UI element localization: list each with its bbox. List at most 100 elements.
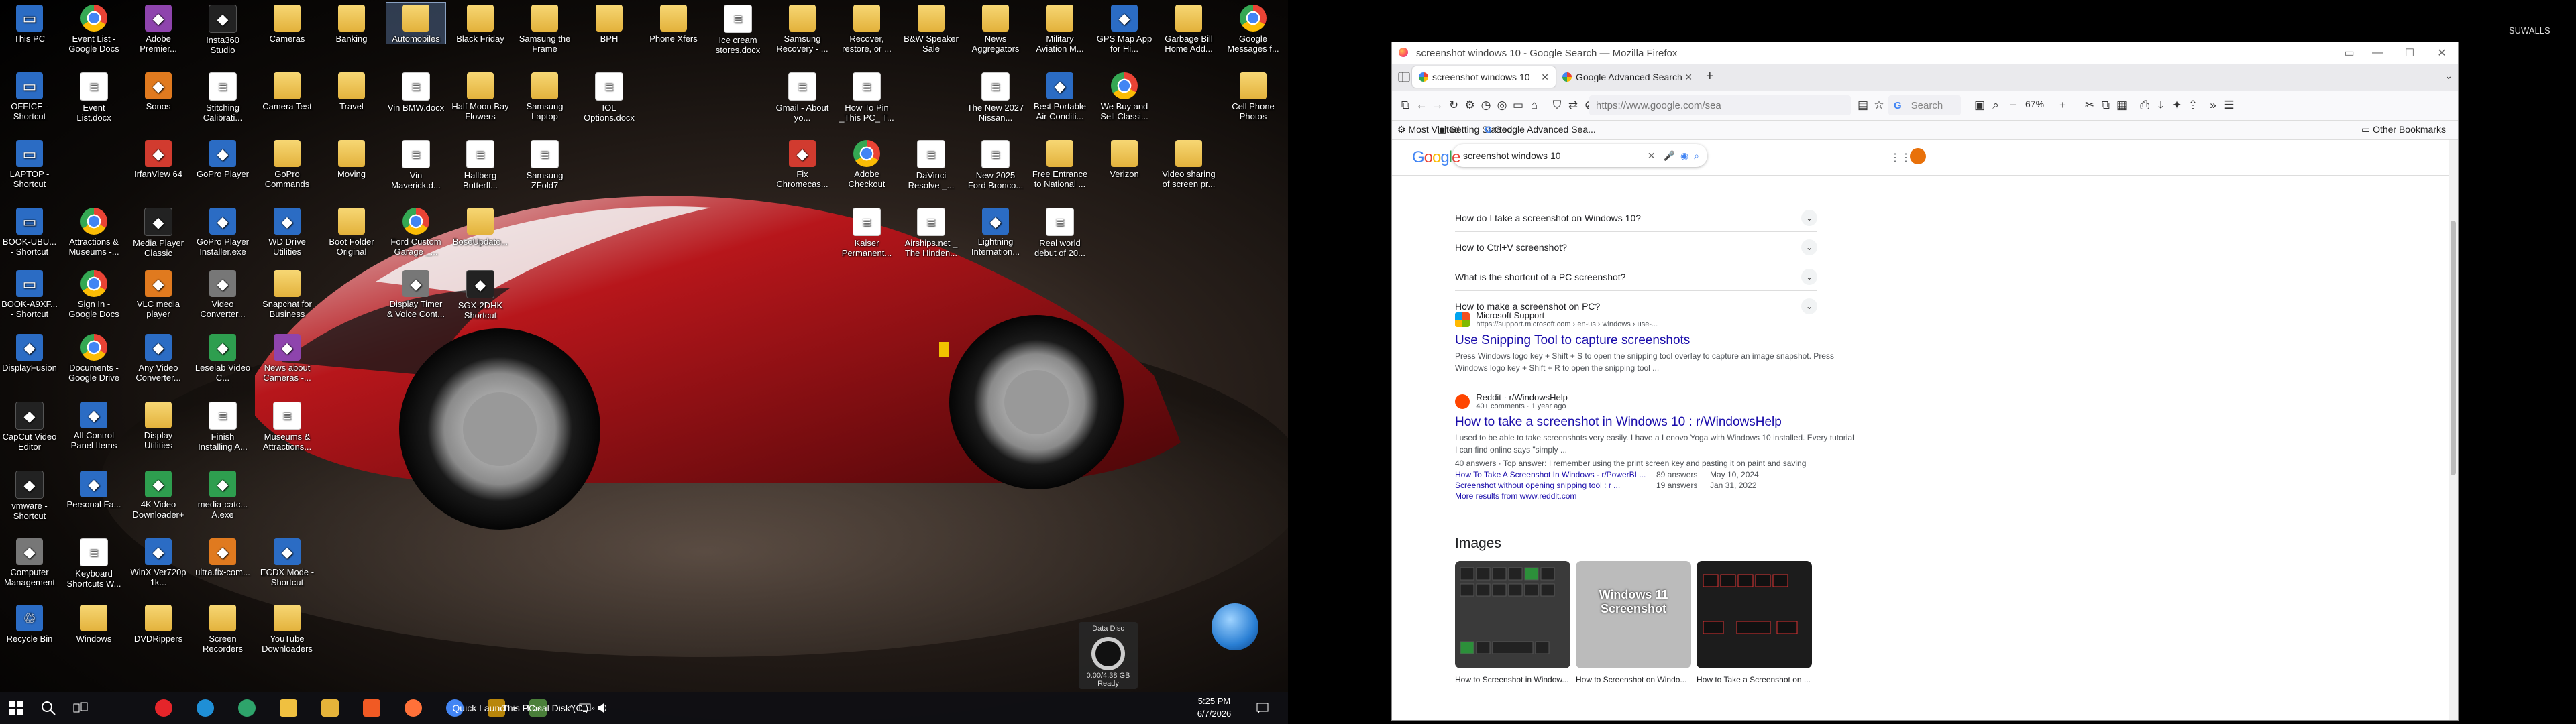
desktop-icon[interactable]: ◆ WinX Ver720p 1k... (129, 536, 188, 587)
result-title-link[interactable]: Use Snipping Tool to capture screenshots (1455, 333, 1858, 349)
desktop-icon[interactable]: ◆ GPS Map App for Hi... (1095, 3, 1154, 54)
image-thumbnail-keyboard[interactable] (1455, 561, 1570, 668)
desktop-icon[interactable]: ◆ ultra.fix-com... (193, 536, 252, 577)
desktop-icon[interactable]: Video sharing of screen pr... (1159, 138, 1218, 189)
sublink-text[interactable]: Screenshot without opening snipping tool… (1455, 480, 1656, 491)
desktop-icon[interactable]: ◆ GoPro Player Installer.exe (193, 206, 252, 257)
share-icon[interactable]: ⇪ (2184, 96, 2202, 115)
taskbar-app[interactable] (231, 692, 263, 724)
page-scrollbar[interactable] (2449, 140, 2458, 720)
desktop-icon[interactable]: Google Messages f... (1224, 3, 1283, 54)
desktop-icon[interactable]: ◆ Personal Fa... (64, 469, 123, 509)
image-caption[interactable]: How to Take a Screenshot on ... (1697, 675, 1812, 684)
taskbar-clock[interactable]: 5:25 PM 6/7/2026 (1183, 695, 1245, 720)
desktop-icon[interactable]: ≡ Kaiser Permanent... (837, 206, 896, 258)
url-bar[interactable]: https://www.google.com/sea (1589, 95, 1851, 115)
desktop-icon[interactable]: ◆ WD Drive Utilities (258, 206, 317, 257)
desktop-icon[interactable]: Sign In - Google Docs (64, 268, 123, 319)
desktop-icon[interactable]: Cell Phone Photos (1224, 70, 1283, 121)
notification-center-button[interactable] (1249, 692, 1276, 724)
desktop-icon[interactable]: ≡ Museums & Attractions... (258, 400, 317, 452)
other-bookmarks[interactable]: ▭ Other Bookmarks (2361, 124, 2446, 135)
bookmark-star-icon[interactable]: ☆ (1870, 96, 1888, 115)
desktop-icon[interactable]: ◆ CapCut Video Editor (0, 400, 59, 452)
desktop-icon[interactable]: ≡ How To Pin _This PC_ T... (837, 70, 896, 123)
people-also-ask-item[interactable]: What is the shortcut of a PC screenshot?… (1455, 263, 1817, 291)
desktop-icon[interactable]: ◆ vmware - Shortcut (0, 469, 59, 521)
desktop-icon[interactable]: ◆ News about Cameras -... (258, 332, 317, 383)
minimize-button[interactable]: — (2361, 42, 2394, 64)
desktop-icon[interactable]: ≡ Ice cream stores.docx (708, 3, 767, 55)
desktop-icon[interactable]: Banking (322, 3, 381, 44)
sidebar-toggle-icon[interactable] (1397, 70, 1411, 84)
desktop-icon[interactable]: ▭ BOOK-UBU... - Shortcut (0, 206, 59, 257)
globe-gadget-icon[interactable] (1212, 603, 1258, 650)
close-tab-icon[interactable]: ✕ (1541, 72, 1549, 83)
search-bar[interactable]: G Search (1888, 95, 1961, 115)
chevron-down-icon[interactable]: ⌄ (1801, 239, 1817, 255)
desktop-icon[interactable]: ◆ media-catc... A.exe (193, 469, 252, 520)
sublink-row[interactable]: How To Take A Screenshot In Windows · r/… (1455, 469, 1858, 480)
desktop-icon[interactable]: ◆ VLC media player (129, 268, 188, 319)
desktop-icon[interactable]: ◆ DisplayFusion (0, 332, 59, 373)
taskbar-app[interactable] (397, 692, 429, 724)
desktop-icon[interactable]: ▭ This PC (0, 3, 59, 44)
close-button[interactable]: ✕ (2426, 42, 2458, 64)
desktop-icon[interactable]: ≡ Hallberg Butterfl... (451, 138, 510, 190)
image-thumbnail-red-keys[interactable] (1697, 561, 1812, 668)
people-also-ask-item[interactable]: How to Ctrl+V screenshot? ⌄ (1455, 234, 1817, 261)
apps-grid-icon[interactable]: ⋮⋮ (1890, 151, 1911, 164)
tab-google-search[interactable]: screenshot windows 10 - Goog ✕ (1412, 66, 1556, 88)
desktop-icon[interactable]: ◆ Best Portable Air Conditi... (1030, 70, 1089, 121)
desktop-icon[interactable]: Camera Test (258, 70, 317, 111)
result-title-link[interactable]: How to take a screenshot in Windows 10 :… (1455, 414, 1858, 430)
desktop-icon[interactable]: ◆ Insta360 Studio (193, 3, 252, 55)
desktop-icon[interactable]: ≡ Stitching Calibrati... (193, 70, 252, 123)
desktop-icon[interactable]: ◆ Any Video Converter... (129, 332, 188, 383)
voice-search-icon[interactable]: 🎤 (1664, 150, 1675, 162)
desktop-icon[interactable]: Cameras (258, 3, 317, 44)
desktop-icon[interactable]: Phone Xfers (644, 3, 703, 44)
desktop-icon[interactable]: We Buy and Sell Classi... (1095, 70, 1154, 121)
desktop-icon[interactable]: Adobe Checkout (837, 138, 896, 189)
volume-icon[interactable] (593, 692, 612, 724)
zoom-search-icon[interactable]: ⌕ (1986, 96, 2005, 115)
desktop-icon[interactable]: Travel (322, 70, 381, 111)
image-caption[interactable]: How to Screenshot in Window... (1455, 675, 1570, 684)
lens-search-icon[interactable]: ◉ (1680, 150, 1688, 162)
desktop-icon[interactable]: BoseUpdate... (451, 206, 510, 247)
taskbar-app[interactable] (148, 692, 180, 724)
desktop-icon[interactable]: Military Aviation M... (1030, 3, 1089, 54)
desktop-icon[interactable]: Samsung Laptop (515, 70, 574, 121)
image-caption[interactable]: How to Screenshot on Windo... (1576, 675, 1691, 684)
new-tab-button[interactable]: + (1706, 69, 1714, 84)
picture-in-picture-icon[interactable]: ▭ (2333, 42, 2365, 64)
desktop-icon[interactable]: Ford Custom Garage _... (386, 206, 445, 257)
taskbar-app[interactable] (356, 692, 388, 724)
desktop-icon[interactable]: Verizon (1095, 138, 1154, 179)
desktop-icon[interactable]: Half Moon Bay Flowers (451, 70, 510, 121)
desktop-icon[interactable]: ≡ Samsung ZFold7 (515, 138, 574, 190)
desktop-icon[interactable]: Boot Folder Original (322, 206, 381, 257)
network-icon[interactable] (576, 692, 594, 724)
desktop-icon[interactable]: ◆ Adobe Premier... (129, 3, 188, 54)
tab-advanced-search[interactable]: Google Advanced Search ✕ (1556, 66, 1699, 88)
desktop-icon[interactable]: ≡ New 2025 Ford Bronco... (966, 138, 1025, 190)
zoom-in-button[interactable]: + (2053, 96, 2072, 115)
desktop-icon[interactable]: ≡ Airships.net _ The Hinden... (902, 206, 961, 258)
desktop-icon[interactable]: BPH (580, 3, 639, 44)
desktop-icon[interactable]: Screen Recorders (193, 603, 252, 654)
desktop-icon[interactable]: ≡ Gmail - About yo... (773, 70, 832, 123)
desktop-icon[interactable]: ≡ Vin Maverick.d... (386, 138, 445, 190)
desktop-icon[interactable]: Display Utilities (129, 400, 188, 450)
desktop-icon[interactable]: ◆ SGX-2DHK Shortcut (451, 268, 510, 320)
taskbar-app[interactable] (314, 692, 346, 724)
desktop-icon[interactable]: ≡ DaVinci Resolve _... (902, 138, 961, 190)
desktop-icon[interactable]: B&W Speaker Sale (902, 3, 961, 54)
desktop-icon[interactable]: ♲ Recycle Bin (0, 603, 59, 644)
close-tab-icon[interactable]: ✕ (1684, 72, 1693, 83)
image-thumbnail-windows11[interactable]: Windows 11 Screenshot (1576, 561, 1691, 668)
start-button[interactable] (0, 692, 32, 724)
desktop-icon[interactable]: ▭ BOOK-A9XF... - Shortcut (0, 268, 59, 319)
data-disc-gadget[interactable]: Data Disc 0.00/4.38 GB Ready (1079, 622, 1138, 689)
